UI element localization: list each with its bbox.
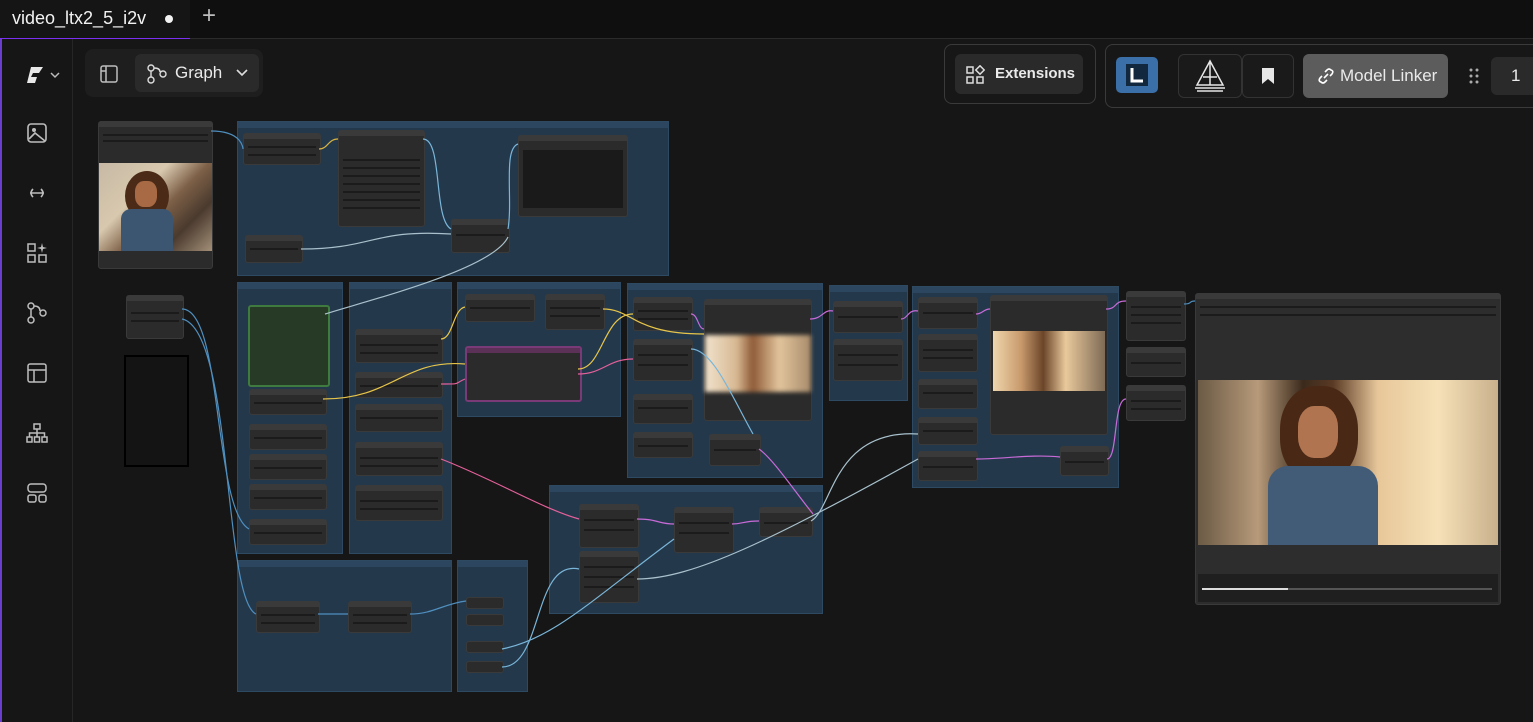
template-icon[interactable] xyxy=(25,361,49,385)
node-wires xyxy=(181,130,1196,668)
workflow-icon[interactable] xyxy=(25,301,49,325)
tree-icon[interactable] xyxy=(25,421,49,445)
node-canvas[interactable]: Graph Extensions Model Linker 1 xyxy=(73,39,1533,722)
workflow-tab[interactable]: video_ltx2_5_i2v xyxy=(0,0,190,40)
workflow-tab-title: video_ltx2_5_i2v xyxy=(12,8,147,28)
sparkle-grid-icon[interactable] xyxy=(25,241,49,265)
link-icon[interactable] xyxy=(25,181,49,205)
image-icon[interactable] xyxy=(25,121,49,145)
unsaved-dot-icon xyxy=(165,15,173,23)
tab-bar: video_ltx2_5_i2v + xyxy=(0,0,1533,40)
comfy-logo-icon[interactable] xyxy=(25,63,60,87)
sidebar-accent-edge xyxy=(0,39,2,722)
sidebar xyxy=(0,39,73,722)
layout-icon[interactable] xyxy=(25,481,49,505)
new-tab-button[interactable]: + xyxy=(202,2,216,30)
